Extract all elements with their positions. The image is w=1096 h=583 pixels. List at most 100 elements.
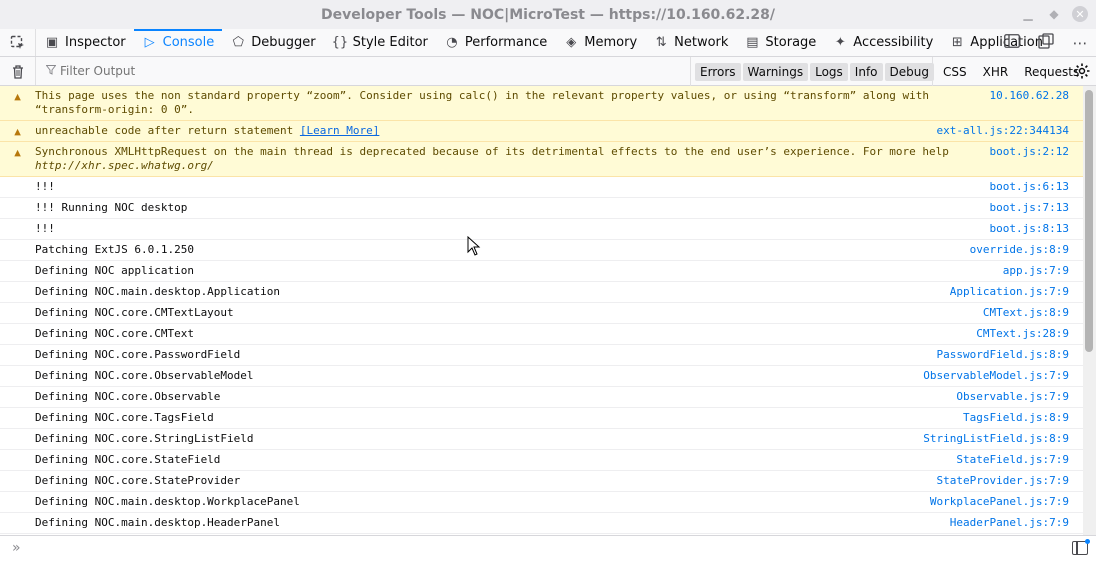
tab-label: Debugger: [251, 35, 316, 50]
message-source-link[interactable]: app.js:7:9: [993, 264, 1083, 278]
message-source-link[interactable]: CMText.js:28:9: [966, 327, 1083, 341]
message-body: !!! Running NOC desktop: [35, 201, 980, 215]
message-text: Defining NOC.core.StateField: [35, 453, 221, 466]
message-source-link[interactable]: boot.js:8:13: [980, 222, 1083, 236]
filter-css-button[interactable]: CSS: [935, 63, 975, 81]
message-body: Patching ExtJS 6.0.1.250: [35, 243, 960, 257]
devtools-window: Developer Tools — NOC|MicroTest — https:…: [0, 0, 1096, 583]
tab-label: Style Editor: [352, 35, 428, 50]
clear-console-icon[interactable]: [0, 57, 36, 85]
filter-logs-button[interactable]: Logs: [810, 62, 848, 81]
message-source-link[interactable]: PasswordField.js:8:9: [927, 348, 1083, 362]
message-source-link[interactable]: CMText.js:8:9: [973, 306, 1083, 320]
filter-output: [36, 57, 676, 85]
element-picker-icon[interactable]: [0, 29, 36, 56]
message-text: Defining NOC.core.Observable: [35, 390, 221, 403]
split-console-icon[interactable]: [1002, 34, 1022, 52]
tab-label: Inspector: [65, 35, 126, 50]
tab-console[interactable]: ▷ Console: [133, 29, 223, 56]
message-source-link[interactable]: StateProvider.js:7:9: [927, 474, 1083, 488]
message-source-link[interactable]: WorkplacePanel.js:7:9: [920, 495, 1083, 509]
console-log-message: Defining NOC.core.StringListField StringL…: [0, 429, 1083, 450]
tab-label: Memory: [584, 35, 638, 50]
message-icon-slot: [0, 390, 35, 391]
memory-icon: ◈: [566, 35, 577, 50]
filter-icon: [45, 64, 57, 78]
tab-style-editor[interactable]: {} Style Editor: [324, 29, 436, 56]
tab-label: Storage: [765, 35, 817, 50]
tab-label: Accessibility: [853, 35, 934, 50]
tab-debugger[interactable]: ⬠ Debugger: [222, 29, 323, 56]
filter-warnings-button[interactable]: Warnings: [742, 62, 809, 81]
message-source-link[interactable]: Application.js:7:9: [940, 285, 1083, 299]
tab-storage[interactable]: ▤ Storage: [736, 29, 824, 56]
message-body: !!!: [35, 180, 980, 194]
message-body: Synchronous XMLHttpRequest on the main t…: [35, 145, 980, 173]
warning-icon: ▲: [14, 90, 21, 103]
message-source-link[interactable]: ObservableModel.js:7:9: [913, 369, 1083, 383]
restore-icon[interactable]: ◆: [1046, 6, 1062, 22]
message-icon-slot: [0, 243, 35, 244]
filter-info-button[interactable]: Info: [849, 62, 883, 81]
message-body: !!!: [35, 222, 980, 236]
storage-icon: ▤: [746, 35, 759, 50]
filter-output-input[interactable]: [60, 64, 620, 78]
tab-memory[interactable]: ◈ Memory: [555, 29, 645, 56]
message-icon-slot: [0, 432, 35, 433]
message-source-link[interactable]: override.js:8:9: [960, 243, 1083, 257]
filter-bar: ErrorsWarningsLogsInfoDebug CSSXHRReques…: [0, 57, 1096, 86]
message-source-link[interactable]: boot.js:7:13: [980, 201, 1083, 215]
filter-xhr-button[interactable]: XHR: [975, 63, 1017, 81]
console-warning-message: ▲ This page uses the non standard propert…: [0, 86, 1083, 121]
minimize-icon[interactable]: ▁: [1020, 6, 1036, 22]
message-icon-slot: [0, 201, 35, 202]
learn-more-link[interactable]: [Learn More]: [300, 124, 379, 137]
message-source-link[interactable]: 10.160.62.28: [980, 89, 1083, 103]
message-source-link[interactable]: Observable.js:7:9: [946, 390, 1083, 404]
console-log-message: Defining NOC application app.js:7:9: [0, 261, 1083, 282]
message-icon-slot: [0, 516, 35, 517]
message-icon-slot: [0, 180, 35, 181]
help-url: http://xhr.spec.whatwg.org/: [35, 159, 214, 172]
output-scrollbar[interactable]: [1083, 86, 1096, 535]
message-text: Defining NOC.main.desktop.HeaderPanel: [35, 516, 281, 529]
console-settings-icon[interactable]: [1074, 63, 1090, 83]
message-source-link[interactable]: StateField.js:7:9: [946, 453, 1083, 467]
message-text: Defining NOC.core.StateProvider: [35, 474, 241, 487]
tab-performance[interactable]: ◔ Performance: [436, 29, 555, 56]
console-warning-message: ▲ unreachable code after return statement…: [0, 121, 1083, 142]
message-icon-slot: [0, 495, 35, 496]
console-input[interactable]: [34, 540, 1034, 558]
message-source-link[interactable]: StringListField.js:8:9: [913, 432, 1083, 446]
console-log-message: !!! Running NOC desktop boot.js:7:13: [0, 198, 1083, 219]
warning-icon: ▲: [14, 146, 21, 159]
close-icon[interactable]: ✕: [1072, 6, 1088, 22]
tab-label: Console: [162, 35, 215, 50]
console-log-message: Defining NOC.main.desktop.Application App…: [0, 282, 1083, 303]
message-source-link[interactable]: TagsField.js:8:9: [953, 411, 1083, 425]
application-icon: ⊞: [951, 35, 963, 50]
more-options-icon[interactable]: ⋯: [1070, 34, 1090, 52]
console-log-message: Defining NOC.core.TagsField TagsField.js:…: [0, 408, 1083, 429]
message-icon-slot: [0, 474, 35, 475]
message-source-link[interactable]: ext-all.js:22:344134: [927, 124, 1083, 138]
dock-options-icon[interactable]: [1036, 33, 1056, 53]
message-text: Defining NOC.core.CMTextLayout: [35, 306, 234, 319]
tab-inspector[interactable]: ▣ Inspector: [36, 29, 134, 56]
message-source-link[interactable]: HeaderPanel.js:7:9: [940, 516, 1083, 530]
window-controls: ▁ ◆ ✕: [1020, 6, 1088, 22]
message-body: Defining NOC.core.StateField: [35, 453, 946, 467]
tab-accessibility[interactable]: ✦ Accessibility: [824, 29, 941, 56]
message-body: Defining NOC.core.CMTextLayout: [35, 306, 973, 320]
performance-icon: ◔: [446, 35, 458, 50]
tab-network[interactable]: ⇅ Network: [645, 29, 736, 56]
message-body: Defining NOC application: [35, 264, 993, 278]
filter-errors-button[interactable]: Errors: [695, 62, 741, 81]
filter-debug-button[interactable]: Debug: [884, 62, 934, 81]
message-source-link[interactable]: boot.js:2:12: [980, 145, 1083, 159]
message-body: unreachable code after return statement …: [35, 124, 927, 138]
scrollbar-thumb[interactable]: [1085, 90, 1093, 352]
message-source-link[interactable]: boot.js:6:13: [980, 180, 1083, 194]
message-text: Synchronous XMLHttpRequest on the main t…: [35, 145, 956, 158]
message-text: Defining NOC.main.desktop.Application: [35, 285, 281, 298]
